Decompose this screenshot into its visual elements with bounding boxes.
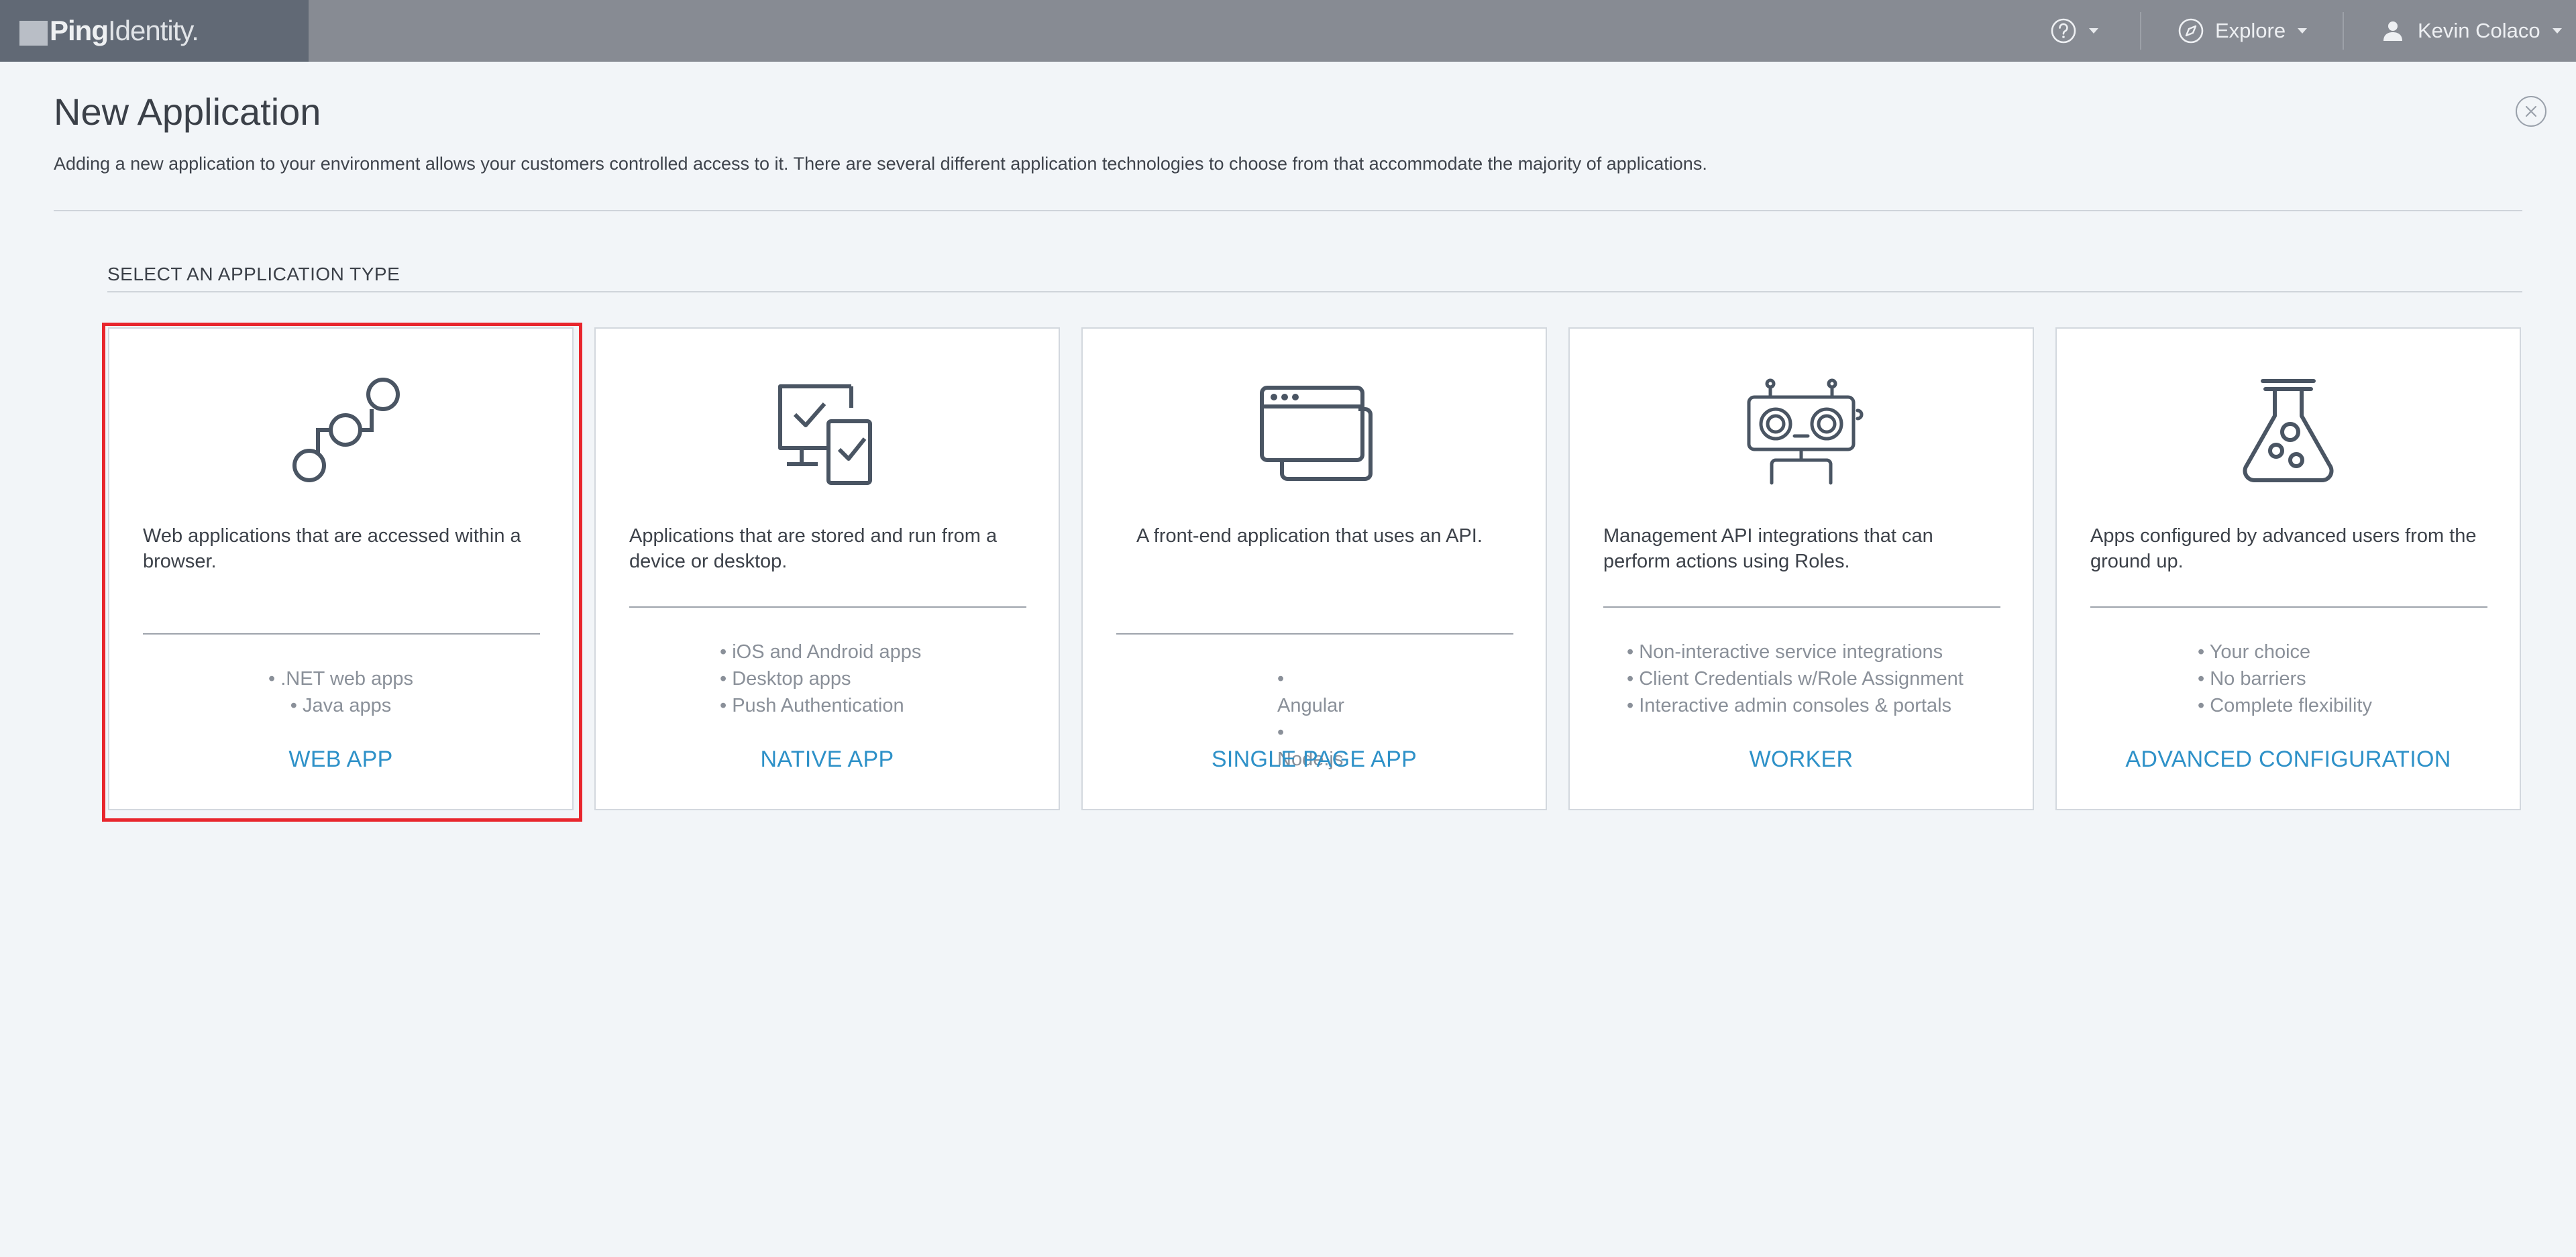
explore-menu[interactable]: Explore	[2178, 0, 2308, 62]
ping-identity-logo[interactable]: PingIdentity.	[0, 0, 309, 62]
close-icon	[2525, 105, 2537, 117]
close-button[interactable]	[2516, 96, 2546, 127]
person-icon	[2383, 21, 2402, 41]
chevron-down-icon	[2089, 28, 2098, 34]
page-title: New Application	[54, 91, 321, 133]
feature-item: • iOS and Android apps	[720, 641, 922, 663]
worker-link[interactable]: WORKER	[1570, 747, 2033, 773]
section-label: SELECT AN APPLICATION TYPE	[107, 264, 400, 284]
feature-item: • Desktop apps	[720, 668, 851, 690]
feature-item: • No barriers	[2198, 668, 2306, 690]
single-page-app-link[interactable]: SINGLE PAGE APP	[1083, 747, 1546, 773]
card-divider	[2090, 606, 2487, 608]
app-type-card-worker[interactable]: Management API integrations that can per…	[1568, 327, 2034, 810]
user-menu[interactable]: Kevin Colaco	[2381, 0, 2562, 62]
feature-list: • Your choice • No barriers • Complete f…	[2057, 639, 2520, 719]
chevron-down-icon	[2552, 28, 2562, 34]
divider	[2140, 12, 2141, 50]
app-type-card-native-app[interactable]: Applications that are stored and run fro…	[594, 327, 1060, 810]
logo-wordmark: PingIdentity.	[50, 15, 199, 46]
feature-item: • Push Authentication	[720, 695, 904, 716]
help-menu[interactable]	[2050, 0, 2098, 62]
logo-mark	[19, 21, 48, 46]
native-app-link[interactable]: NATIVE APP	[596, 747, 1059, 773]
card-description: Management API integrations that can per…	[1603, 525, 1933, 572]
feature-list: • .NET web apps • Java apps	[109, 665, 572, 719]
card-divider	[1603, 606, 2000, 608]
feature-item: • Client Credentials w/Role Assignment	[1627, 668, 1964, 690]
app-type-card-web-app[interactable]: Web applications that are accessed withi…	[108, 327, 574, 810]
card-divider	[1116, 633, 1513, 635]
flask-icon	[2057, 374, 2520, 488]
browser-windows-icon	[1083, 374, 1546, 488]
card-description: Applications that are stored and run fro…	[629, 525, 998, 572]
compass-icon	[2178, 18, 2204, 44]
web-app-link[interactable]: WEB APP	[109, 747, 572, 773]
robot-icon	[1570, 374, 2033, 488]
feature-item: • .NET web apps	[268, 668, 413, 690]
page-description: Adding a new application to your environ…	[54, 154, 1707, 174]
feature-item: • Angular	[1277, 668, 1344, 716]
app-type-card-advanced-configuration[interactable]: Apps configured by advanced users from t…	[2055, 327, 2521, 810]
explore-label: Explore	[2215, 19, 2286, 42]
feature-item: • Non-interactive service integrations	[1627, 641, 1943, 663]
advanced-configuration-link[interactable]: ADVANCED CONFIGURATION	[2057, 747, 2520, 773]
header-divider	[54, 210, 2522, 211]
card-divider	[629, 606, 1026, 608]
user-name: Kevin Colaco	[2418, 19, 2540, 42]
app-type-card-single-page-app[interactable]: A front-end application that uses an API…	[1081, 327, 1547, 810]
top-bar: PingIdentity. Explore Kevin Colaco	[0, 0, 2576, 62]
feature-list: • Non-interactive service integrations •…	[1570, 639, 2033, 719]
card-divider	[143, 633, 540, 635]
card-description: Web applications that are accessed withi…	[143, 525, 521, 572]
divider	[2343, 12, 2344, 50]
chevron-down-icon	[2298, 28, 2308, 34]
feature-item: • Your choice	[2198, 641, 2311, 663]
question-circle-icon	[2051, 18, 2076, 44]
feature-item: • Java apps	[290, 695, 392, 716]
network-nodes-icon	[109, 374, 572, 488]
feature-list: • iOS and Android apps • Desktop apps • …	[596, 639, 1059, 719]
card-description: Apps configured by advanced users from t…	[2090, 525, 2477, 572]
card-description: A front-end application that uses an API…	[1136, 525, 1483, 547]
feature-item: • Complete flexibility	[2198, 695, 2372, 716]
feature-item: • Interactive admin consoles & portals	[1627, 695, 1952, 716]
section-divider	[107, 291, 2522, 292]
desktop-mobile-check-icon	[596, 374, 1059, 488]
